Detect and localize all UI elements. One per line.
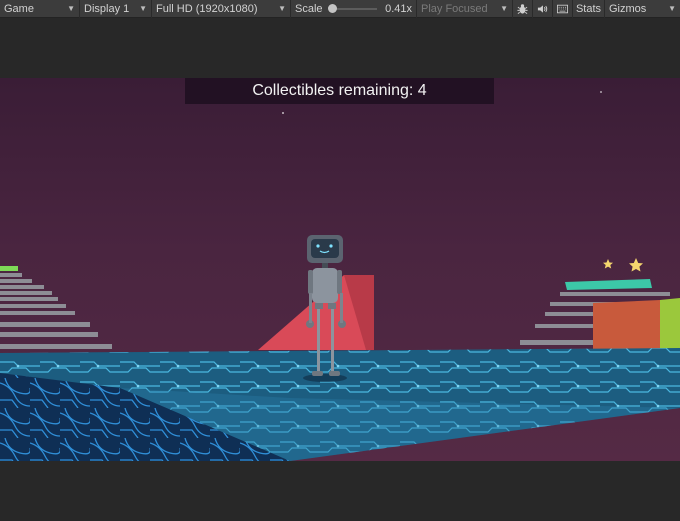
scale-slider[interactable]: [327, 3, 378, 13]
collectibles-counter: Collectibles remaining: 4: [185, 78, 494, 104]
resolution-label: Full HD (1920x1080): [156, 2, 258, 15]
gizmos-dropdown[interactable]: Gizmos ▼: [605, 0, 680, 18]
caret-down-icon: ▼: [139, 4, 147, 13]
display-label: Display 1: [84, 2, 130, 15]
play-mode-label: Play Focused: [421, 2, 488, 15]
scale-slider-knob[interactable]: [327, 3, 337, 13]
play-mode-dropdown[interactable]: Play Focused ▼: [417, 0, 513, 18]
keyboard-icon: [557, 4, 568, 13]
stats-label: Stats: [575, 2, 602, 15]
caret-down-icon: ▼: [67, 4, 75, 13]
view-type-label: Game: [4, 2, 34, 15]
orange-block: [593, 300, 660, 350]
resolution-dropdown[interactable]: Full HD (1920x1080) ▼: [152, 0, 291, 18]
caret-down-icon: ▼: [668, 4, 676, 13]
game-scene: [0, 91, 680, 461]
left-staircase: [0, 266, 112, 349]
editor-letterbox-top: [0, 19, 680, 78]
game-viewport[interactable]: Collectibles remaining: 4: [0, 78, 680, 461]
stats-button[interactable]: Stats: [573, 0, 605, 18]
keyboard-shortcuts-toggle[interactable]: [553, 0, 573, 18]
scale-control: Scale 0.41x: [291, 0, 417, 18]
bug-icon: [517, 3, 528, 14]
collectibles-counter-text: Collectibles remaining: 4: [252, 82, 427, 99]
mute-audio-toggle[interactable]: [533, 0, 553, 18]
game-view-toolbar: Game ▼ Display 1 ▼ Full HD (1920x1080) ▼…: [0, 0, 680, 18]
teal-platform: [565, 279, 652, 290]
caret-down-icon: ▼: [278, 4, 286, 13]
debug-toggle[interactable]: [513, 0, 533, 18]
scale-label: Scale: [295, 2, 323, 15]
gizmos-label: Gizmos: [609, 2, 647, 15]
editor-letterbox-bottom: [0, 461, 680, 521]
star-particle: [282, 112, 284, 114]
collectible-star[interactable]: [629, 258, 643, 272]
scale-value: 0.41x: [385, 2, 412, 15]
view-type-dropdown[interactable]: Game ▼: [0, 0, 80, 18]
caret-down-icon: ▼: [500, 4, 508, 13]
display-dropdown[interactable]: Display 1 ▼: [80, 0, 152, 18]
star-particle: [600, 91, 602, 93]
speaker-icon: [537, 4, 548, 13]
collectible-star[interactable]: [603, 259, 613, 269]
